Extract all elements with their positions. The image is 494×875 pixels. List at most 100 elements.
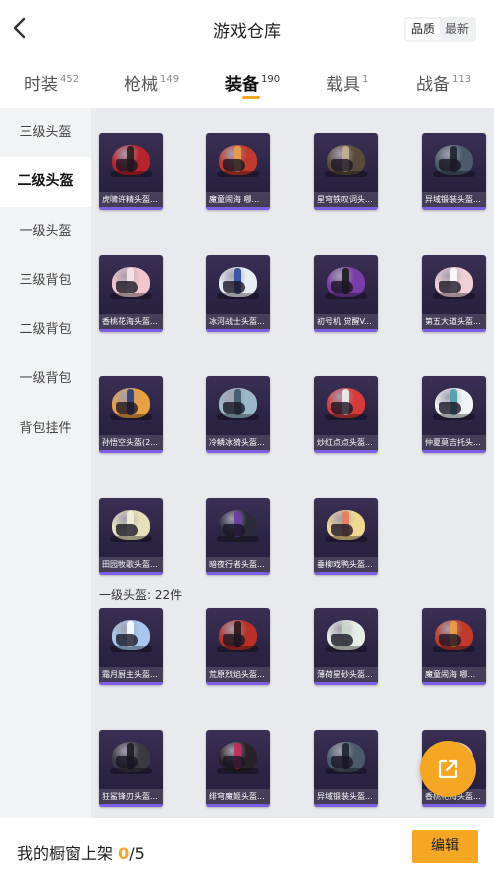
tab-combat-gear[interactable]: 战备 113 — [416, 70, 471, 95]
tab-label: 装备 — [225, 75, 259, 95]
helmet-icon — [217, 263, 259, 301]
external-link-icon — [438, 759, 458, 779]
helmet-icon — [217, 616, 259, 654]
showcase-total: /5 — [129, 844, 145, 863]
item-card[interactable]: 薄荷星砂头盔... — [314, 608, 378, 685]
item-card[interactable]: 冰河战士头盔... — [206, 255, 270, 332]
sidebar-item-level2-backpack[interactable]: 二级背包 — [0, 305, 91, 354]
helmet-icon — [110, 616, 152, 654]
item-name: 薄荷星砂头盔... — [314, 667, 378, 685]
sort-option-newest[interactable]: 最新 — [440, 19, 474, 40]
item-card[interactable]: 异域锻装头盔... — [422, 133, 486, 210]
section-label-level1: 一级头盔: 22件 — [99, 588, 183, 602]
item-name: 异域锻装头盔... — [314, 789, 378, 807]
sidebar-item-level3-helmet[interactable]: 三级头盔 — [0, 108, 91, 157]
item-name: 异域锻装头盔... — [422, 192, 486, 210]
active-tab-indicator — [242, 96, 260, 99]
item-name: 冰河战士头盔... — [206, 314, 270, 332]
item-card[interactable]: 炒红点点头盔... — [314, 376, 378, 453]
sort-option-quality[interactable]: 品质 — [406, 19, 440, 40]
item-name: 初号机 觉醒V... — [314, 314, 378, 332]
item-card[interactable]: 荒原烈焰头盔... — [206, 608, 270, 685]
helmet-icon — [433, 384, 475, 422]
item-card[interactable]: 初号机 觉醒V... — [314, 255, 378, 332]
item-name: 仲夏莫吉托头... — [422, 435, 486, 453]
item-card[interactable]: 田园牧歌头盔... — [99, 498, 163, 575]
item-name: 绯穹魔姬头盔... — [206, 789, 270, 807]
tab-count: 452 — [60, 74, 80, 85]
sidebar-item-level3-backpack[interactable]: 三级背包 — [0, 256, 91, 305]
subcategory-sidebar: 三级头盔 二级头盔 一级头盔 三级背包 二级背包 一级背包 背包挂件 — [0, 108, 91, 818]
item-card[interactable]: 第五大道头盔... — [422, 255, 486, 332]
item-card[interactable]: 魔童闹海 哪... — [206, 133, 270, 210]
item-name: 荒原烈焰头盔... — [206, 667, 270, 685]
tab-fashion[interactable]: 时装 452 — [24, 70, 79, 95]
tab-firearms[interactable]: 枪械 149 — [124, 70, 179, 95]
item-card[interactable]: 冷鳞冰猗头盔... — [206, 376, 270, 453]
showcase-count: 0 — [118, 844, 130, 863]
tab-equipment[interactable]: 装备 190 — [225, 70, 280, 95]
item-name: 霜月厨主头盔... — [99, 667, 163, 685]
tab-count: 149 — [160, 74, 180, 85]
item-card[interactable]: 星穹铁叹词头... — [314, 133, 378, 210]
tab-label: 枪械 — [124, 75, 158, 95]
item-name: 魔童闹海 哪... — [422, 667, 486, 685]
helmet-icon — [325, 506, 367, 544]
item-name: 田园牧歌头盔... — [99, 557, 163, 575]
item-card[interactable]: 暗夜行者头盔... — [206, 498, 270, 575]
sidebar-item-level2-helmet[interactable]: 二级头盔 — [0, 157, 91, 207]
item-name: 狂鲨锋刃头盔... — [99, 789, 163, 807]
item-name: 暗夜行者头盔... — [206, 557, 270, 575]
tab-label: 载具 — [326, 75, 360, 95]
helmet-icon — [110, 738, 152, 776]
item-card[interactable]: 绯穹魔姬头盔... — [206, 730, 270, 807]
item-name: 垂柳戏鸭头盔... — [314, 557, 378, 575]
helmet-icon — [325, 738, 367, 776]
item-name: 魔童闹海 哪... — [206, 192, 270, 210]
item-name: 星穹铁叹词头... — [314, 192, 378, 210]
item-name: 第五大道头盔... — [422, 314, 486, 332]
item-card[interactable]: 霜月厨主头盔... — [99, 608, 163, 685]
helmet-icon — [110, 141, 152, 179]
tab-label: 时装 — [24, 75, 58, 95]
showcase-status: 我的橱窗上架 0/5 — [17, 840, 145, 864]
helmet-icon — [110, 384, 152, 422]
item-card[interactable]: 魔童闹海 哪... — [422, 608, 486, 685]
helmet-icon — [325, 263, 367, 301]
helmet-icon — [325, 616, 367, 654]
sort-toggle[interactable]: 品质 最新 — [404, 17, 476, 42]
edit-button[interactable]: 编辑 — [412, 830, 478, 863]
item-card[interactable]: 虎啸许精头盔... — [99, 133, 163, 210]
tab-vehicles[interactable]: 载具 1 — [326, 70, 368, 95]
sidebar-item-backpack-charm[interactable]: 背包挂件 — [0, 404, 91, 453]
tab-count: 190 — [261, 74, 281, 85]
helmet-icon — [325, 141, 367, 179]
helmet-icon — [325, 384, 367, 422]
item-card[interactable]: 异域锻装头盔... — [314, 730, 378, 807]
item-card[interactable]: 狂鲨锋刃头盔... — [99, 730, 163, 807]
item-card[interactable]: 孙悟空头盔(2... — [99, 376, 163, 453]
helmet-icon — [217, 738, 259, 776]
item-card[interactable]: 香桃花海头盔... — [99, 255, 163, 332]
sidebar-item-level1-helmet[interactable]: 一级头盔 — [0, 207, 91, 256]
item-name: 虎啸许精头盔... — [99, 192, 163, 210]
item-name: 孙悟空头盔(2... — [99, 435, 163, 453]
item-name: 冷鳞冰猗头盔... — [206, 435, 270, 453]
sidebar-item-level1-backpack[interactable]: 一级背包 — [0, 354, 91, 403]
helmet-icon — [433, 141, 475, 179]
item-card[interactable]: 垂柳戏鸭头盔... — [314, 498, 378, 575]
item-card[interactable]: 仲夏莫吉托头... — [422, 376, 486, 453]
helmet-icon — [110, 506, 152, 544]
tab-count: 1 — [362, 74, 369, 85]
helmet-icon — [433, 616, 475, 654]
helmet-icon — [110, 263, 152, 301]
item-name: 炒红点点头盔... — [314, 435, 378, 453]
helmet-icon — [217, 384, 259, 422]
bottom-bar: 我的橱窗上架 0/5 编辑 — [0, 818, 494, 875]
tab-count: 113 — [452, 74, 472, 85]
item-grid[interactable]: 一级头盔: 22件 虎啸许精头盔... 魔童闹海 哪... 星穹铁叹词头... 异域锻… — [91, 108, 494, 818]
top-bar: 游戏仓库 品质 最新 — [0, 0, 494, 58]
helmet-icon — [217, 506, 259, 544]
share-fab[interactable] — [420, 741, 476, 797]
item-name: 香桃花海头盔... — [99, 314, 163, 332]
